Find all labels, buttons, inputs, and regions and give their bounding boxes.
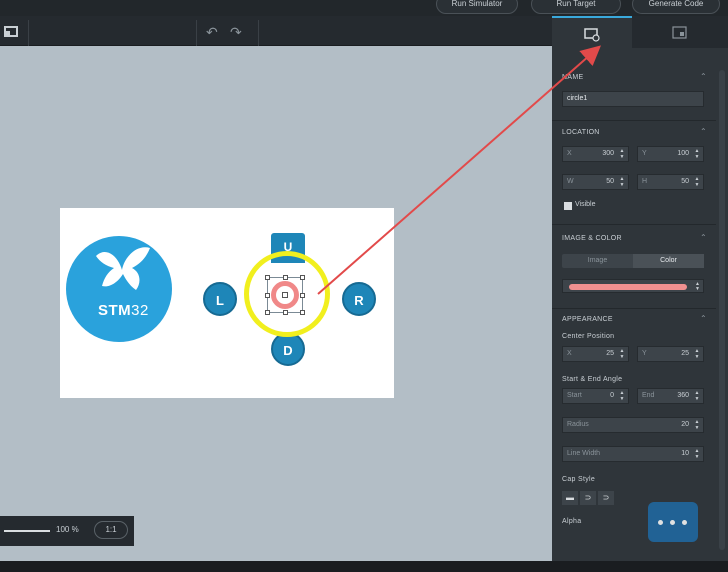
touchgfx-designer: Run Simulator Run Target Generate Code ↶… bbox=[0, 0, 728, 572]
status-strip bbox=[0, 561, 728, 572]
annotation-arrow bbox=[317, 45, 602, 295]
chat-icon bbox=[648, 502, 698, 542]
